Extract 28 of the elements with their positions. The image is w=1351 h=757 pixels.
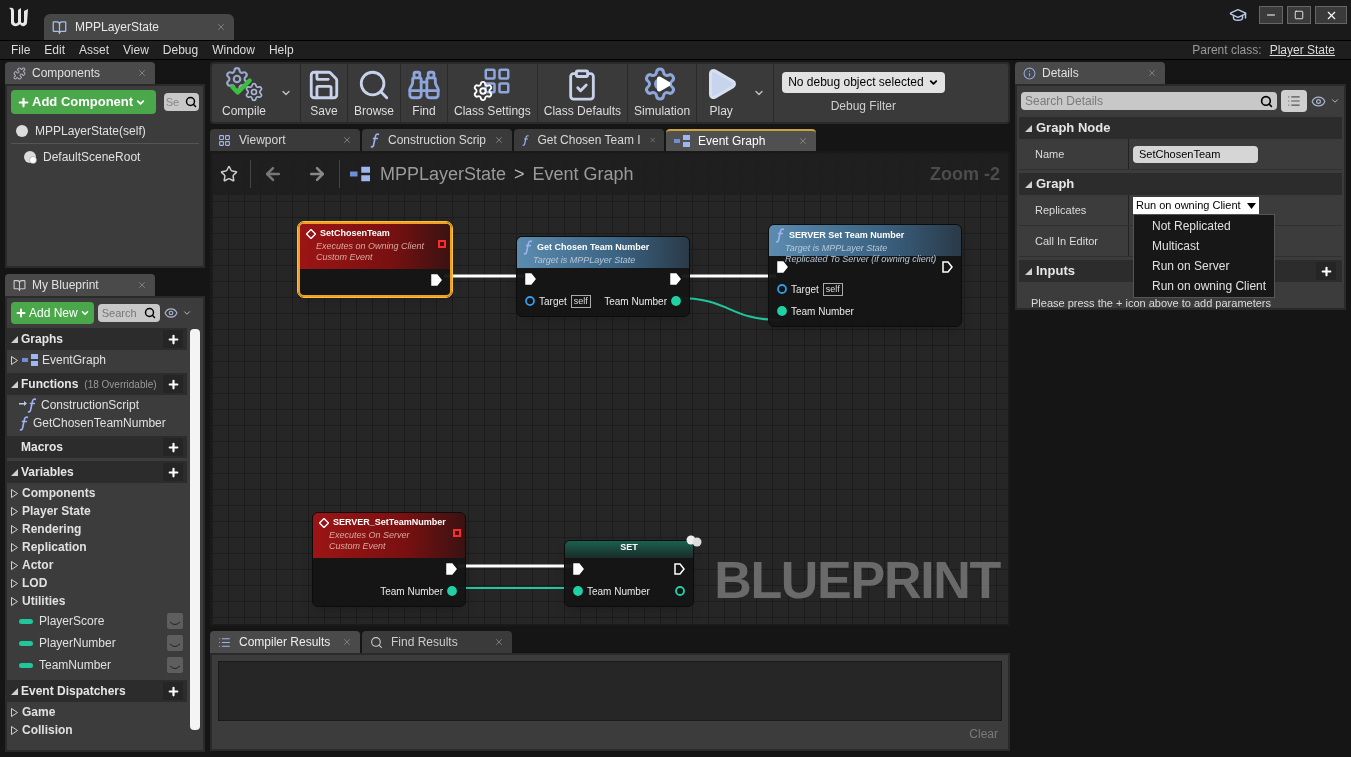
node-subtitle: Custom Event: [315, 251, 373, 263]
breadcrumb-current: Event Graph: [532, 162, 634, 186]
parent-class-label: Parent class:: [1192, 42, 1262, 59]
node-subtitle: Target is MPPLayer State: [532, 255, 636, 266]
pin-label: Target: [539, 294, 567, 309]
node-subtitle: Replicated To Server (if owning client): [784, 254, 937, 265]
inputs-hint: Please press the + icon above to add parameters: [1031, 297, 1271, 309]
node-subtitle: Target is MPPLayer State: [784, 243, 888, 254]
pin-label: Team Number: [587, 584, 650, 599]
pin-label: Target: [791, 282, 819, 297]
debug-filter-label: Debug Filter: [830, 97, 897, 115]
node-subtitle: Custom Event: [328, 540, 386, 552]
breadcrumb-separator: >: [514, 162, 525, 186]
node-subtitle: Executes On Server: [328, 529, 410, 541]
blueprint-watermark: BLUEPRINT: [714, 554, 1000, 606]
property-label: Name: [1035, 146, 1065, 162]
pin-label: Team Number: [380, 584, 443, 599]
pin-label: Team Number: [604, 294, 667, 309]
node-title: SET: [620, 541, 638, 554]
section-note: (18 Overridable): [84, 377, 157, 392]
property-label: Call In Editor: [1035, 233, 1098, 249]
node-title: SetChosenTeam: [320, 227, 390, 240]
property-label: Replicates: [1035, 202, 1087, 218]
node-title: SERVER Set Team Number: [789, 228, 905, 242]
pin-label: Team Number: [791, 304, 854, 319]
node-title: Get Chosen Team Number: [537, 240, 650, 254]
node-title: SERVER_SetTeamNumber: [333, 516, 446, 529]
node-subtitle: Executes on Owning Client: [315, 240, 425, 252]
